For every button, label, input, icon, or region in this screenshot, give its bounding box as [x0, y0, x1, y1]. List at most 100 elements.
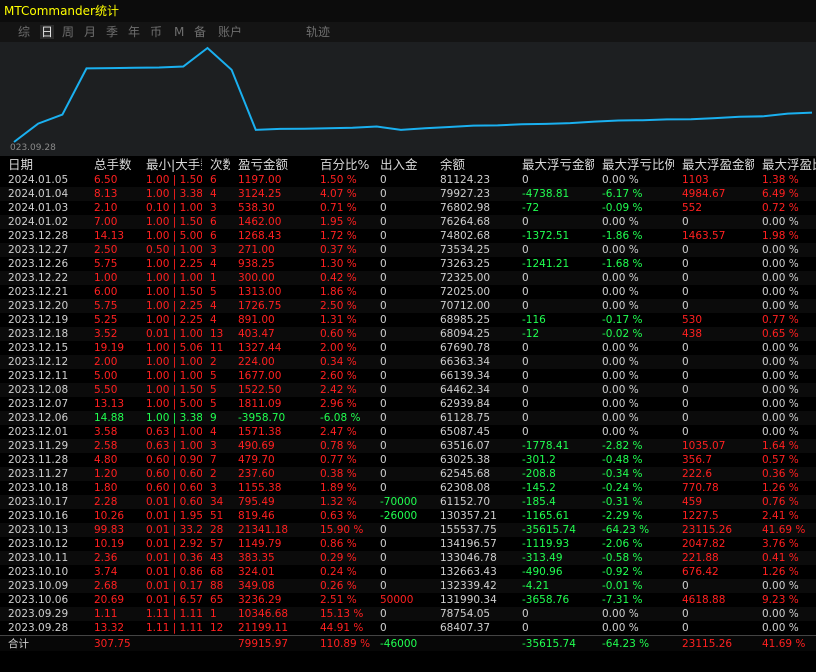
- stats-table-container[interactable]: 日期总手数最小|大手数次数盈亏金额百分比%出入金余额最大浮亏金额最大浮亏比例最大…: [0, 157, 816, 672]
- table-row[interactable]: 2023.11.27 1.20 0.60 | 0.60 2 237.60 0.38 % 0 6…: [0, 467, 816, 481]
- header-pnl[interactable]: 盈亏金额: [230, 157, 312, 173]
- table-row[interactable]: 2023.12.26 5.75 1.00 | 2.25 4 938.25 1.30 % 0 7…: [0, 257, 816, 271]
- tab-week[interactable]: 周: [62, 25, 74, 39]
- table-row[interactable]: 2023.10.12 10.19 0.01 | 2.92 57 1149.79 0.86 …: [0, 537, 816, 551]
- tab-note[interactable]: 备: [194, 25, 206, 39]
- cell-pnl: 271.00: [238, 244, 275, 256]
- footer-date: 合计: [0, 635, 86, 651]
- table-row[interactable]: 2023.12.07 13.13 1.00 | 5.00 5 1811.09 2.96 %…: [0, 397, 816, 411]
- header-percent[interactable]: 百分比%: [312, 157, 372, 173]
- table-row[interactable]: 2023.10.13 99.83 0.01 | 33.25 28 21341.18 15.…: [0, 523, 816, 537]
- cell-deposit: 0: [380, 370, 387, 382]
- cell-balance: 63025.38: [440, 454, 491, 466]
- header-max-float-profit-pct[interactable]: 最大浮盈比: [754, 157, 816, 173]
- table-row[interactable]: 2023.09.29 1.11 1.11 | 1.11 1 10346.68 15.13 …: [0, 607, 816, 621]
- table-row[interactable]: 2023.12.12 2.00 1.00 | 1.00 2 224.00 0.34 % 0 6…: [0, 355, 816, 369]
- cell-max-float-loss: -72: [522, 202, 540, 214]
- tab-currency[interactable]: 币: [150, 25, 162, 39]
- cell-total-lots: 5.50: [94, 384, 118, 396]
- cell-min-max-lots: 1.00 | 5.00: [146, 230, 202, 242]
- tab-trajectory[interactable]: 轨迹: [306, 25, 330, 39]
- cell-balance: 61128.75: [440, 412, 491, 424]
- cell-percent: 0.60 %: [320, 328, 357, 340]
- table-row[interactable]: 2023.10.16 10.26 0.01 | 1.95 51 819.46 0.63 %…: [0, 509, 816, 523]
- table-row[interactable]: 2023.12.28 14.13 1.00 | 5.00 6 1268.43 1.72 %…: [0, 229, 816, 243]
- cell-max-float-profit-pct: 0.57 %: [762, 454, 799, 466]
- cell-date: 2023.11.29: [8, 440, 69, 452]
- table-row[interactable]: 2023.10.11 2.36 0.01 | 0.36 43 383.35 0.29 % 0…: [0, 551, 816, 565]
- cell-total-lots: 5.75: [94, 258, 118, 270]
- table-row[interactable]: 2023.12.15 19.19 1.00 | 5.06 11 1327.44 2.00 …: [0, 341, 816, 355]
- cell-max-float-loss: -3658.76: [522, 594, 570, 606]
- cell-deposit: 0: [380, 286, 387, 298]
- table-row[interactable]: 2023.12.22 1.00 1.00 | 1.00 1 300.00 0.42 % 0 7…: [0, 271, 816, 285]
- footer-deposit: -46000: [372, 635, 432, 651]
- table-row[interactable]: 2023.10.18 1.80 0.60 | 0.60 3 1155.38 1.89 % 0…: [0, 481, 816, 495]
- cell-max-float-loss: 0: [522, 286, 529, 298]
- header-max-float-loss[interactable]: 最大浮亏金额: [514, 157, 594, 173]
- cell-count: 6: [210, 174, 217, 186]
- cell-pnl: 1726.75: [238, 300, 282, 312]
- header-date[interactable]: 日期: [0, 157, 86, 173]
- cell-percent: 1.72 %: [320, 230, 357, 242]
- header-count[interactable]: 次数: [202, 157, 230, 173]
- tab-quarter[interactable]: 季: [106, 25, 118, 39]
- tab-magic[interactable]: M: [174, 25, 184, 39]
- header-deposit[interactable]: 出入金: [372, 157, 432, 173]
- header-total-lots[interactable]: 总手数: [86, 157, 138, 173]
- header-min-max-lots[interactable]: 最小|大手数: [138, 157, 202, 173]
- table-row[interactable]: 2023.12.27 2.50 0.50 | 1.00 3 271.00 0.37 % 0 7…: [0, 243, 816, 257]
- table-row[interactable]: 2023.10.09 2.68 0.01 | 0.17 88 349.08 0.26 % 0…: [0, 579, 816, 593]
- cell-deposit: 0: [380, 580, 387, 592]
- tab-overview[interactable]: 综: [18, 25, 30, 39]
- table-row[interactable]: 2023.09.28 13.32 1.11 | 1.11 12 21199.11 44.9…: [0, 621, 816, 636]
- table-row[interactable]: 2023.12.06 14.88 1.00 | 3.38 9 -3958.70 -6.08…: [0, 411, 816, 425]
- tab-account[interactable]: 账户: [218, 25, 242, 39]
- table-row[interactable]: 2024.01.04 8.13 1.00 | 3.38 4 3124.25 4.07 % 0…: [0, 187, 816, 201]
- cell-max-float-loss-pct: -0.34 %: [602, 468, 643, 480]
- tab-month[interactable]: 月: [84, 25, 96, 39]
- cell-pnl: 1677.00: [238, 370, 282, 382]
- table-row[interactable]: 2023.12.21 6.00 1.00 | 1.50 5 1313.00 1.86 % 0…: [0, 285, 816, 299]
- cell-min-max-lots: 1.00 | 2.25: [146, 300, 202, 312]
- cell-min-max-lots: 1.00 | 1.50: [146, 174, 202, 186]
- cell-percent: 0.29 %: [320, 552, 357, 564]
- table-row[interactable]: 2023.10.10 3.74 0.01 | 0.86 68 324.01 0.24 % 0…: [0, 565, 816, 579]
- table-row[interactable]: 2023.12.18 3.52 0.01 | 1.00 13 403.47 0.60 % 0…: [0, 327, 816, 341]
- table-row[interactable]: 2023.12.08 5.50 1.00 | 1.50 5 1522.50 2.42 % 0…: [0, 383, 816, 397]
- tab-day[interactable]: 日: [40, 25, 55, 39]
- header-max-float-profit[interactable]: 最大浮盈金额: [674, 157, 754, 173]
- cell-pnl: 1313.00: [238, 286, 282, 298]
- cell-deposit: 0: [380, 356, 387, 368]
- cell-balance: 78754.05: [440, 608, 491, 620]
- table-row[interactable]: 2023.11.28 4.80 0.60 | 0.90 7 479.70 0.77 % 0 6…: [0, 453, 816, 467]
- table-row[interactable]: 2024.01.03 2.10 0.10 | 1.00 3 538.30 0.71 % 0 7…: [0, 201, 816, 215]
- tab-year[interactable]: 年: [128, 25, 140, 39]
- cell-percent: 2.96 %: [320, 398, 357, 410]
- header-max-float-loss-pct[interactable]: 最大浮亏比例: [594, 157, 674, 173]
- cell-deposit: 0: [380, 230, 387, 242]
- table-row[interactable]: 2023.12.11 5.00 1.00 | 1.00 5 1677.00 2.60 % 0…: [0, 369, 816, 383]
- cell-max-float-loss: -1165.61: [522, 510, 570, 522]
- cell-max-float-loss: -185.4: [522, 496, 556, 508]
- cell-deposit: 0: [380, 258, 387, 270]
- cell-deposit: 0: [380, 188, 387, 200]
- cell-balance: 65087.45: [440, 426, 491, 438]
- header-balance[interactable]: 余额: [432, 157, 514, 173]
- table-row[interactable]: 2023.10.17 2.28 0.01 | 0.60 34 795.49 1.32 % -…: [0, 495, 816, 509]
- cell-max-float-profit-pct: 0.00 %: [762, 398, 799, 410]
- table-row[interactable]: 2023.12.19 5.25 1.00 | 2.25 4 891.00 1.31 % 0 6…: [0, 313, 816, 327]
- table-row[interactable]: 2024.01.05 6.50 1.00 | 1.50 6 1197.00 1.50 % 0…: [0, 173, 816, 187]
- table-row[interactable]: 2023.12.20 5.75 1.00 | 2.25 4 1726.75 2.50 % 0…: [0, 299, 816, 313]
- table-row[interactable]: 2023.12.01 3.58 0.63 | 1.00 4 1571.38 2.47 % 0…: [0, 425, 816, 439]
- table-row[interactable]: 2023.10.06 20.69 0.01 | 6.57 65 3236.29 2.51 …: [0, 593, 816, 607]
- table-row[interactable]: 2024.01.02 7.00 1.00 | 1.50 6 1462.00 1.95 % 0…: [0, 215, 816, 229]
- cell-max-float-profit: 0: [682, 622, 689, 634]
- cell-max-float-profit-pct: 3.76 %: [762, 538, 799, 550]
- table-row[interactable]: 2023.11.29 2.58 0.63 | 1.00 3 490.69 0.78 % 0 6…: [0, 439, 816, 453]
- cell-date: 2023.12.27: [8, 244, 69, 256]
- cell-count: 9: [210, 412, 217, 424]
- cell-balance: 66139.34: [440, 370, 491, 382]
- cell-max-float-profit-pct: 0.00 %: [762, 426, 799, 438]
- cell-max-float-profit-pct: 1.38 %: [762, 174, 799, 186]
